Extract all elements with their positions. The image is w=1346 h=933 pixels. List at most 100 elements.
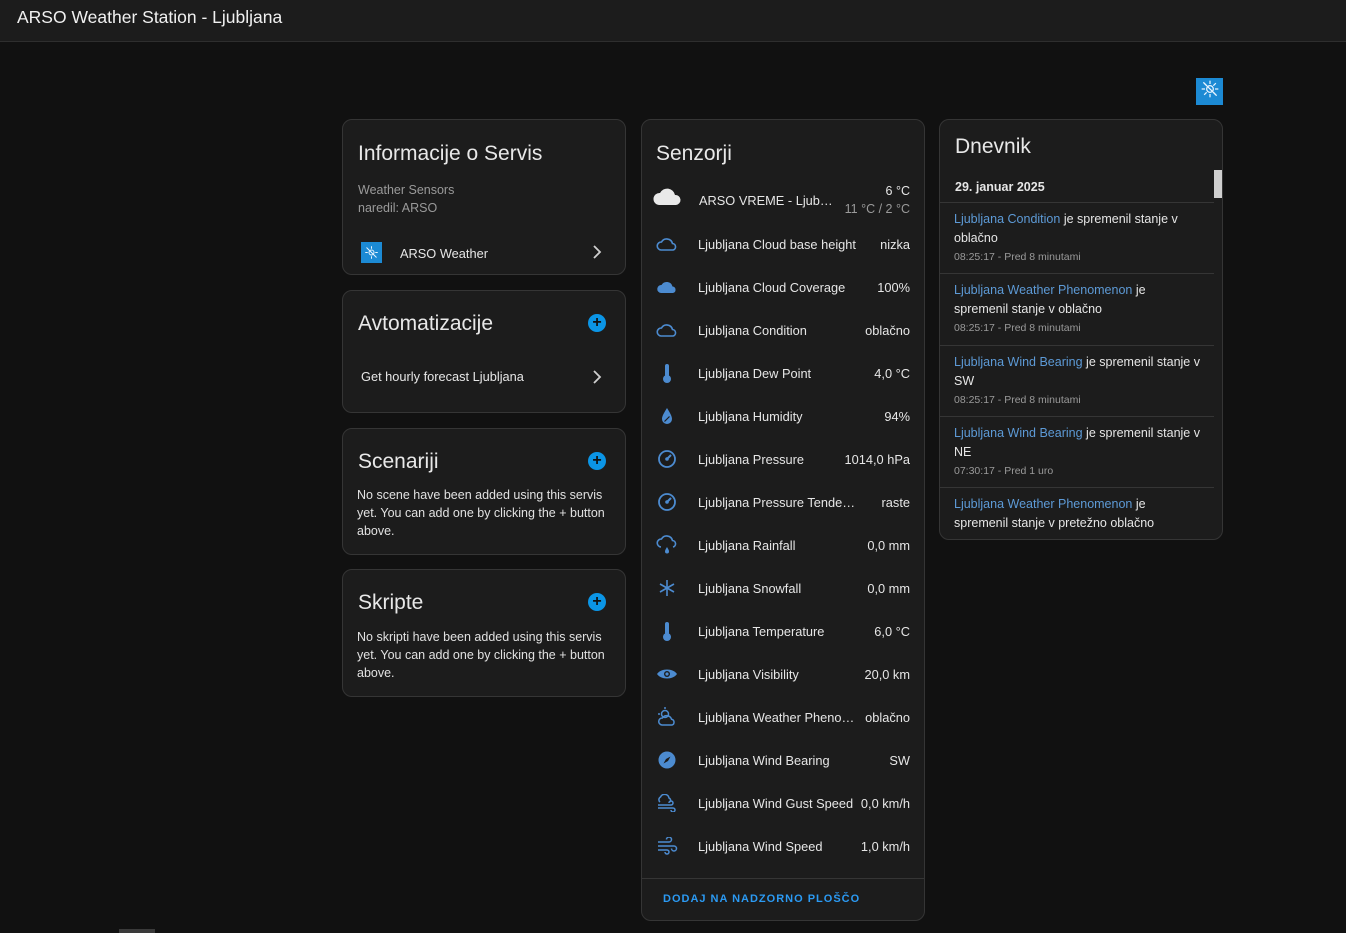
- cloud-outline-icon: [654, 317, 680, 343]
- chevron-right-icon: [591, 367, 603, 392]
- sensor-name: Ljubljana Snowfall: [698, 581, 802, 596]
- automations-card: Avtomatizacije + Get hourly forecast Lju…: [342, 290, 626, 413]
- gauge-icon: [654, 489, 680, 515]
- sensor-value: 1,0 km/h: [860, 839, 910, 854]
- gauge-icon: [654, 446, 680, 472]
- sensor-name: Ljubljana Wind Gust Speed: [698, 796, 854, 811]
- entity-link[interactable]: Ljubljana Wind Bearing: [954, 426, 1083, 440]
- entity-link[interactable]: Ljubljana Weather Phenomenon: [954, 497, 1132, 511]
- scripts-card: Skripte + No skripti have been added usi…: [342, 569, 626, 697]
- sensor-name: Ljubljana Pressure: [698, 452, 804, 467]
- weather-entity-name: ARSO VREME - Ljubljana: [699, 193, 835, 208]
- sensor-value: 94%: [884, 409, 910, 424]
- logbook-message: Ljubljana Weather Phenomenon je spremeni…: [954, 495, 1200, 533]
- sensor-row[interactable]: Ljubljana Humidity 94%: [642, 395, 924, 438]
- add-script-button[interactable]: +: [588, 593, 606, 611]
- weather-temp-range: 11 °C / 2 °C: [844, 202, 910, 216]
- logbook-timestamp: 08:25:17 - Pred 8 minutami: [954, 394, 1081, 406]
- logbook-message: Ljubljana Wind Bearing je spremenil stan…: [954, 424, 1200, 462]
- sensor-row[interactable]: Ljubljana Condition oblačno: [642, 309, 924, 352]
- sensor-row[interactable]: Ljubljana Wind Speed 1,0 km/h: [642, 825, 924, 868]
- sensor-name: Ljubljana Rainfall: [698, 538, 796, 553]
- weather-partly-icon: [654, 704, 680, 730]
- sensor-name: Ljubljana Visibility: [698, 667, 799, 682]
- snowflake-icon: [654, 575, 680, 601]
- sensor-value: 100%: [877, 280, 910, 295]
- card-title: Skripte: [358, 591, 424, 614]
- sensor-name: Ljubljana Weather Phenomenon: [698, 710, 858, 725]
- scenes-card: Scenariji + No scene have been added usi…: [342, 428, 626, 555]
- logbook-message: Ljubljana Wind Bearing je spremenil stan…: [954, 353, 1200, 391]
- sensor-row[interactable]: Ljubljana Wind Bearing SW: [642, 739, 924, 782]
- sensor-name: Ljubljana Cloud base height: [698, 237, 856, 252]
- sensor-value: oblačno: [865, 323, 910, 338]
- automation-item[interactable]: Get hourly forecast Ljubljana: [343, 361, 625, 393]
- sensor-row[interactable]: Ljubljana Cloud base height nizka: [642, 223, 924, 266]
- card-title: Scenariji: [358, 450, 439, 473]
- sensor-row[interactable]: Ljubljana Pressure Tendency raste: [642, 481, 924, 524]
- page-title: ARSO Weather Station - Ljubljana: [17, 7, 283, 27]
- sensor-name: Ljubljana Condition: [698, 323, 807, 338]
- add-automation-button[interactable]: +: [588, 314, 606, 332]
- sensor-value: SW: [889, 753, 910, 768]
- card-title: Informacije o Servis: [358, 142, 543, 165]
- logbook-entry: Ljubljana Wind Bearing je spremenil stan…: [940, 346, 1214, 417]
- sensor-value: 0,0 mm: [867, 538, 910, 553]
- sensor-row[interactable]: Ljubljana Temperature 6,0 °C: [642, 610, 924, 653]
- logbook-timestamp: 08:25:17 - Pred 8 minutami: [954, 251, 1081, 263]
- device-info-card: Informacije o Servis Weather Sensors nar…: [342, 119, 626, 275]
- weather-entity-row[interactable]: ARSO VREME - Ljubljana 6 °C 11 °C / 2 °C: [642, 178, 924, 222]
- empty-state-text: No skripti have been added using this se…: [357, 630, 605, 680]
- entity-link[interactable]: Ljubljana Condition: [954, 212, 1060, 226]
- card-title: Avtomatizacije: [358, 312, 494, 335]
- weather-rainy-icon: [654, 532, 680, 558]
- wind-icon: [654, 833, 680, 859]
- cloud-icon: [651, 185, 683, 214]
- logbook-entry: Ljubljana Weather Phenomenon je spremeni…: [940, 488, 1214, 539]
- weather-windy-icon: [654, 790, 680, 816]
- sensor-row[interactable]: Ljubljana Wind Gust Speed 0,0 km/h: [642, 782, 924, 825]
- sensor-row[interactable]: Ljubljana Visibility 20,0 km: [642, 653, 924, 696]
- sensor-name: Ljubljana Pressure Tendency: [698, 495, 858, 510]
- integration-link[interactable]: ARSO Weather: [343, 236, 625, 270]
- sensor-row[interactable]: Ljubljana Pressure 1014,0 hPa: [642, 438, 924, 481]
- sensor-row[interactable]: Ljubljana Cloud Coverage 100%: [642, 266, 924, 309]
- sensor-row[interactable]: Ljubljana Weather Phenomenon oblačno: [642, 696, 924, 739]
- card-divider: [642, 878, 924, 879]
- sensor-name: Ljubljana Wind Speed: [698, 839, 823, 854]
- add-to-dashboard-button[interactable]: DODAJ NA NADZORNO PLOŠČO: [663, 893, 860, 905]
- logbook-entry: Ljubljana Weather Phenomenon je spremeni…: [940, 274, 1214, 346]
- sensor-value: 0,0 km/h: [860, 796, 910, 811]
- sensors-card: Senzorji ARSO VREME - Ljubljana 6 °C 11 …: [641, 119, 925, 921]
- sensor-value: raste: [881, 495, 910, 510]
- sensor-value: 6,0 °C: [874, 624, 910, 639]
- sensor-value: oblačno: [865, 710, 910, 725]
- cloud-outline-icon: [654, 231, 680, 257]
- sensor-row[interactable]: Ljubljana Rainfall 0,0 mm: [642, 524, 924, 567]
- sensor-name: Ljubljana Wind Bearing: [698, 753, 830, 768]
- sensor-value: 0,0 mm: [867, 581, 910, 596]
- sensor-row[interactable]: Ljubljana Snowfall 0,0 mm: [642, 567, 924, 610]
- sensor-name: Ljubljana Dew Point: [698, 366, 812, 381]
- integration-label: ARSO Weather: [400, 246, 488, 261]
- horizontal-scrollbar-thumb[interactable]: [119, 929, 155, 933]
- logbook-card: Dnevnik 29. januar 2025 Ljubljana Condit…: [939, 119, 1223, 540]
- device-manufacturer: naredil: ARSO: [358, 201, 438, 215]
- sensor-row[interactable]: Ljubljana Dew Point 4,0 °C: [642, 352, 924, 395]
- entity-link[interactable]: Ljubljana Wind Bearing: [954, 355, 1083, 369]
- sensor-value: 4,0 °C: [874, 366, 910, 381]
- device-model: Weather Sensors: [358, 183, 455, 197]
- add-scene-button[interactable]: +: [588, 452, 606, 470]
- logbook-message: Ljubljana Condition je spremenil stanje …: [954, 210, 1200, 248]
- entity-link[interactable]: Ljubljana Weather Phenomenon: [954, 283, 1132, 297]
- logbook-entry: Ljubljana Wind Bearing je spremenil stan…: [940, 417, 1214, 488]
- sun-snowflake-icon: [1200, 79, 1220, 104]
- scrollbar-thumb[interactable]: [1214, 170, 1222, 198]
- sensor-name: Ljubljana Temperature: [698, 624, 825, 639]
- top-app-bar: ARSO Weather Station - Ljubljana: [0, 0, 1346, 42]
- sensor-name: Ljubljana Cloud Coverage: [698, 280, 846, 295]
- eye-icon: [654, 661, 680, 687]
- compass-icon: [654, 747, 680, 773]
- integration-logo: [1196, 78, 1223, 105]
- empty-state-text: No scene have been added using this serv…: [357, 488, 605, 538]
